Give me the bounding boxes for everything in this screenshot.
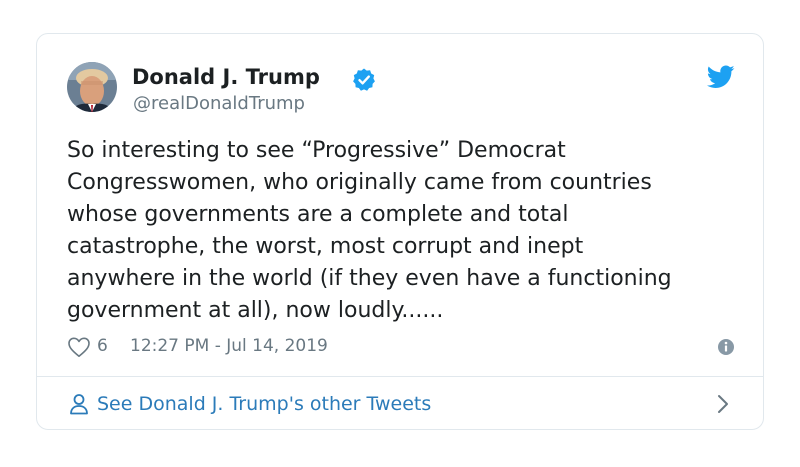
- tweet-timestamp[interactable]: 12:27 PM - Jul 14, 2019: [130, 336, 328, 356]
- see-other-tweets-link[interactable]: See Donald J. Trump's other Tweets: [37, 377, 763, 429]
- tweet-meta: 6 12:27 PM - Jul 14, 2019: [67, 335, 735, 359]
- chevron-right-icon: [717, 394, 729, 414]
- embedded-tweet-card: Donald J. Trump @realDonaldTrump So inte…: [36, 33, 764, 430]
- avatar[interactable]: [67, 62, 117, 112]
- twitter-bird-icon[interactable]: [706, 65, 735, 89]
- tweet-text: So interesting to see “Progressive” Demo…: [67, 138, 672, 323]
- see-other-tweets-label: See Donald J. Trump's other Tweets: [97, 393, 432, 415]
- author-handle[interactable]: @realDonaldTrump: [133, 93, 305, 114]
- info-icon[interactable]: [717, 338, 735, 356]
- heart-icon[interactable]: [67, 336, 91, 358]
- like-count[interactable]: 6: [97, 336, 108, 356]
- author-name[interactable]: Donald J. Trump: [132, 65, 320, 89]
- verified-badge-icon: [351, 67, 377, 93]
- person-icon: [69, 393, 89, 415]
